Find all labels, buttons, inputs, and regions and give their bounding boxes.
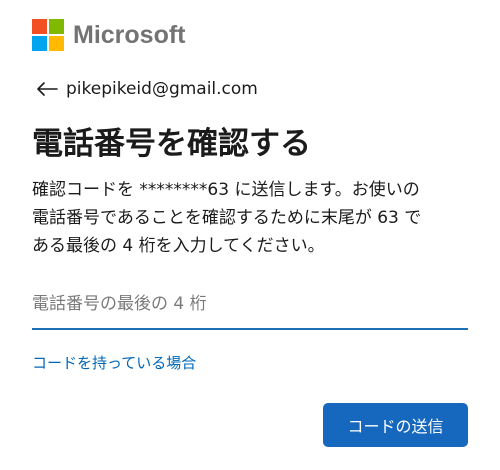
- logo-text: Microsoft: [73, 20, 186, 49]
- send-code-button[interactable]: コードの送信: [323, 403, 468, 447]
- microsoft-logo: Microsoft: [32, 18, 186, 52]
- microsoft-logo-icon: [32, 19, 64, 51]
- description-line: ある最後の 4 桁を入力してください。: [32, 236, 325, 256]
- description-text: 確認コードを ********63 に送信します。お使いの 電話番号であることを…: [32, 176, 472, 260]
- logo-square-blue: [32, 36, 47, 51]
- description-line: 電話番号であることを確認するために末尾が 63 で: [32, 208, 422, 228]
- phone-last-digits-input[interactable]: [32, 284, 468, 324]
- description-line: 確認コードを ********63 に送信します。お使いの: [32, 180, 420, 200]
- back-arrow-icon[interactable]: [36, 81, 58, 97]
- logo-square-red: [32, 19, 47, 34]
- logo-square-yellow: [49, 36, 64, 51]
- account-email: pikepikeid@gmail.com: [66, 79, 258, 99]
- page-title: 電話番号を確認する: [32, 126, 311, 162]
- identity-banner: pikepikeid@gmail.com: [36, 77, 258, 101]
- sign-in-page: Microsoft pikepikeid@gmail.com 電話番号を確認する…: [0, 0, 500, 470]
- phone-digits-field: [32, 284, 468, 330]
- have-code-link[interactable]: コードを持っている場合: [32, 352, 196, 373]
- logo-square-green: [49, 19, 64, 34]
